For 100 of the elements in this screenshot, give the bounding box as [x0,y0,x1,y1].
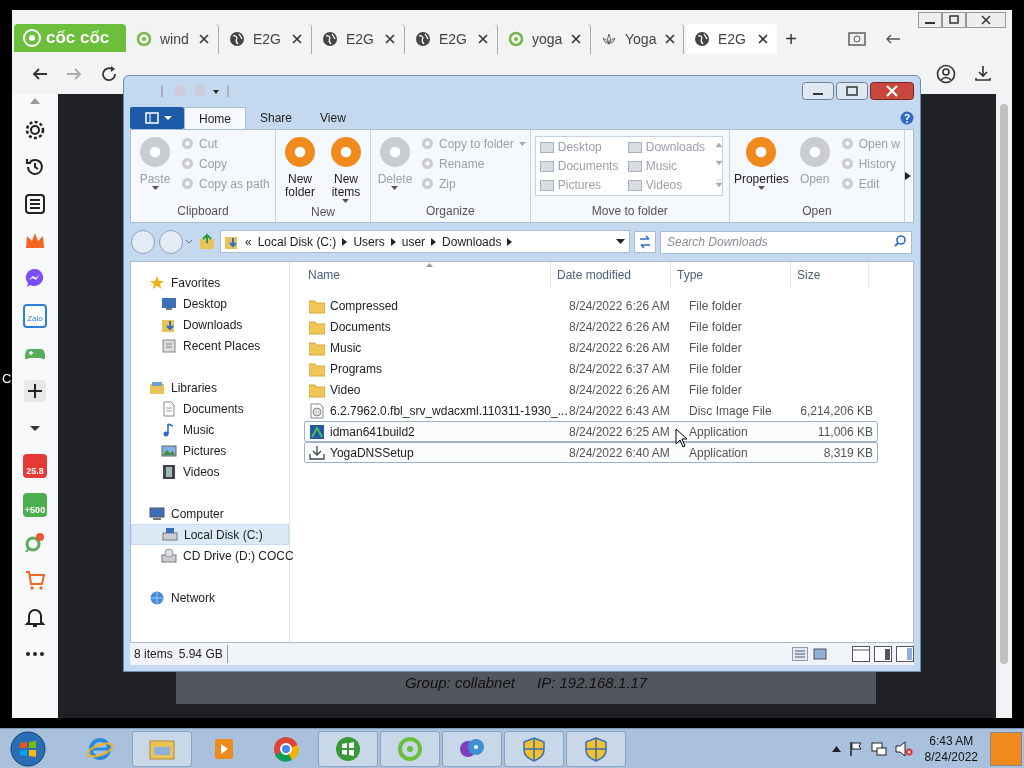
ribbon-tab[interactable]: Share [246,107,307,129]
chat-app-button[interactable]: Zalo [23,304,47,328]
new-tab-button[interactable]: + [779,24,803,54]
breadcrumb-item[interactable]: Downloads [442,232,502,251]
taskbar-button[interactable] [442,730,502,767]
address-bar[interactable]: « Local Disk (C:) Users user Downloads [220,230,630,253]
browser-tab[interactable]: yoga [500,24,591,54]
reload-icon[interactable] [100,65,118,83]
nav-item[interactable]: Favorites [131,272,289,293]
ribbon-tab[interactable]: View [306,107,360,129]
nav-item[interactable]: Network [131,587,289,608]
close-icon[interactable] [570,33,583,45]
download-icon[interactable] [974,64,992,82]
help-icon[interactable] [900,111,914,125]
back-arrow-icon[interactable] [884,32,902,46]
nav-item[interactable]: Recent Places [131,335,289,356]
flag-icon[interactable] [848,740,863,757]
nav-item[interactable]: Desktop [131,293,289,314]
nav-item[interactable]: Documents [131,398,289,419]
list-icon[interactable] [24,193,46,215]
column-header[interactable]: Name [290,262,551,288]
nav-item[interactable]: Libraries [131,377,289,398]
file-menu-icon[interactable] [130,107,184,129]
nav-item[interactable]: Computer [131,503,289,524]
add-icon[interactable] [24,380,46,402]
map-pin-icon[interactable] [24,532,46,554]
profile-icon[interactable] [936,64,956,84]
back-icon[interactable] [32,66,48,82]
browser-tab[interactable]: E2G [221,24,312,54]
show-hidden-icons-icon[interactable] [831,745,841,752]
refresh-icon[interactable] [634,230,656,253]
status-text: 5.94 GB [172,645,228,663]
browser-tab[interactable]: Yoga [593,24,684,54]
taskbar-button[interactable] [504,730,564,767]
close-icon[interactable] [477,33,489,45]
file-row[interactable]: Video 8/24/2022 6:26 AM File folder [304,379,878,400]
ribbon-button[interactable]: New items [326,136,366,203]
browser-tab[interactable]: E2G [314,24,405,54]
shopping-cart-icon[interactable] [24,569,46,591]
shopping-bag-button[interactable]: 25.8 [23,454,47,478]
network-status-icon[interactable] [870,740,887,757]
nav-item[interactable]: Local Disk (C:) [131,524,289,545]
start-button-icon[interactable] [10,730,46,767]
taskbar-button[interactable] [318,730,378,767]
file-row[interactable]: 6.2.7962.0.fbl_srv_wdacxml.110311-1930_...8/24/2022 6:43 AM Disc Image File 6,214,206 KB [304,400,878,421]
minimize-icon[interactable] [802,82,834,100]
clock[interactable]: 6:43 AM 8/24/2022 [920,732,982,765]
browser-tab[interactable]: wind [128,24,219,54]
close-icon[interactable] [291,33,303,45]
breadcrumb-overflow[interactable]: « [245,232,252,251]
search-field[interactable]: Search Downloads [660,230,912,254]
chevron-right-icon[interactable] [390,237,396,246]
nav-item[interactable]: Music [131,419,289,440]
column-header[interactable]: Size [791,262,869,288]
dropdown-icon[interactable] [616,239,625,244]
close-icon[interactable] [757,33,769,45]
file-row[interactable]: idman641build2 8/24/2022 6:25 AM Application 11,006 KB [304,421,878,442]
close-icon[interactable] [966,12,1006,28]
history-icon[interactable] [24,156,46,178]
breadcrumb-item[interactable]: user [401,232,426,251]
ribbon-button[interactable]: New folder [280,136,320,203]
column-header[interactable]: Type [671,262,791,288]
notification-bell-icon[interactable] [24,606,46,628]
close-icon[interactable] [870,82,914,100]
file-row[interactable]: YogaDNSSetup 8/24/2022 6:40 AM Application 8,319 KB [304,442,878,463]
ribbon-button[interactable]: Properties [733,136,789,202]
screenshot-icon[interactable] [848,32,866,46]
browser-tab[interactable]: E2G [686,24,777,54]
ribbon-tab[interactable]: Home [184,107,246,129]
maximize-icon[interactable] [942,12,966,28]
file-row[interactable]: Music 8/24/2022 6:26 AM File folder [304,337,878,358]
chevron-right-icon[interactable] [342,237,348,246]
scrollbar-thumb[interactable] [1000,104,1008,664]
preview-pane-icon[interactable] [852,646,870,662]
navigation-pane-icon[interactable] [896,646,914,662]
chevron-right-icon[interactable] [507,237,513,246]
speaker-muted-icon[interactable] [894,740,913,757]
chat-bubble-icon[interactable] [24,267,46,289]
nav-item[interactable]: Downloads [131,314,289,335]
nav-item[interactable]: Videos [131,461,289,482]
minimize-icon[interactable] [918,12,942,28]
ribbon-scroll-icon[interactable] [905,172,911,180]
file-row[interactable]: Documents 8/24/2022 6:26 AM File folder [304,316,878,337]
chevron-right-icon[interactable] [431,237,437,246]
browser-tab[interactable]: E2G [407,24,498,54]
nav-item[interactable]: Pictures [131,440,289,461]
details-pane-icon[interactable] [874,646,892,662]
taskbar-button[interactable] [566,730,626,767]
file-row[interactable]: Programs 8/24/2022 6:37 AM File folder [304,358,878,379]
close-icon[interactable] [384,33,396,45]
close-icon[interactable] [664,33,677,45]
column-header[interactable]: Date modified [551,262,671,288]
search-icon[interactable] [894,235,906,248]
maximize-icon[interactable] [836,82,868,100]
settings-icon[interactable] [24,119,46,141]
breadcrumb-item[interactable]: Local Disk (C:) [257,232,337,251]
file-row[interactable]: Compressed 8/24/2022 6:26 AM File folder [304,295,878,316]
breadcrumb-item[interactable]: Users [353,232,385,251]
thumbnails-view-icon[interactable] [812,647,828,661]
close-icon[interactable] [198,33,210,45]
